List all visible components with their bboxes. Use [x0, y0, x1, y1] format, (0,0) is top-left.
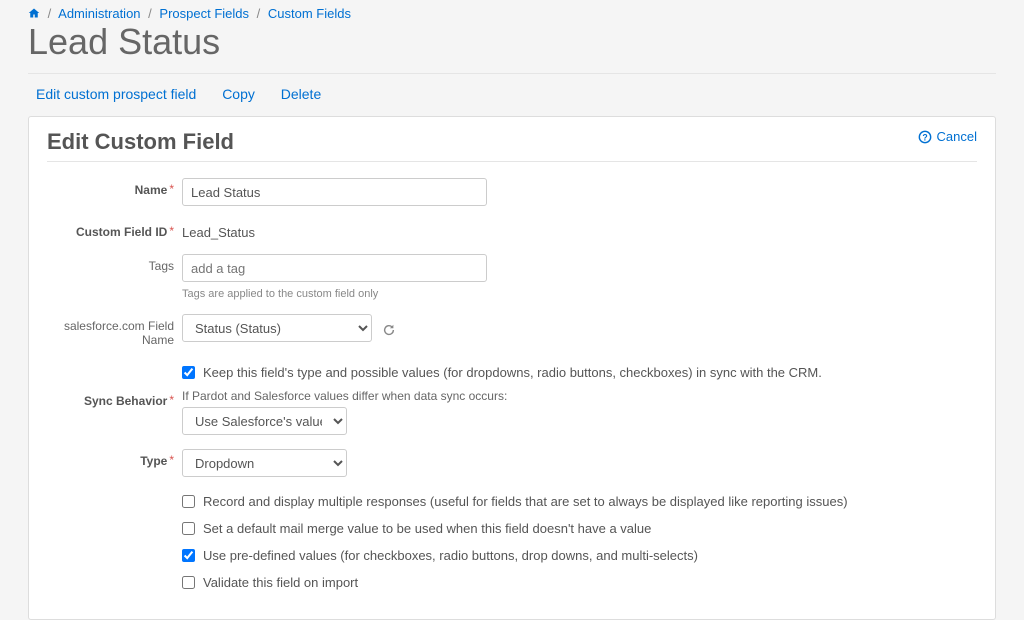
keep-sync-label: Keep this field's type and possible valu…	[203, 365, 822, 380]
sf-field-select[interactable]: Status (Status)	[182, 314, 372, 342]
tags-help-text: Tags are applied to the custom field onl…	[182, 288, 977, 300]
keep-sync-option[interactable]: Keep this field's type and possible valu…	[182, 362, 977, 383]
validate-import-option[interactable]: Validate this field on import	[182, 572, 977, 593]
cancel-label: Cancel	[937, 129, 977, 144]
default-merge-checkbox[interactable]	[182, 522, 195, 535]
breadcrumb: / Administration / Prospect Fields / Cus…	[28, 0, 996, 21]
sync-behavior-label: Sync Behavior*	[47, 389, 182, 408]
predefined-values-checkbox[interactable]	[182, 549, 195, 562]
help-icon: ?	[918, 130, 932, 144]
record-multiple-label: Record and display multiple responses (u…	[203, 494, 848, 509]
delete-link[interactable]: Delete	[281, 86, 321, 102]
type-select[interactable]: Dropdown	[182, 449, 347, 477]
sync-behavior-select[interactable]: Use Salesforce's value	[182, 407, 347, 435]
separator: /	[148, 6, 152, 21]
name-input[interactable]	[182, 178, 487, 206]
copy-link[interactable]: Copy	[222, 86, 255, 102]
predefined-values-option[interactable]: Use pre-defined values (for checkboxes, …	[182, 545, 977, 566]
tags-input[interactable]	[182, 254, 487, 282]
breadcrumb-prospect-fields[interactable]: Prospect Fields	[159, 6, 249, 21]
custom-field-id-value: Lead_Status	[182, 220, 977, 240]
name-label: Name*	[47, 178, 182, 197]
sf-field-label: salesforce.com Field Name	[47, 314, 182, 348]
action-links: Edit custom prospect field Copy Delete	[28, 74, 996, 116]
tags-label: Tags	[47, 254, 182, 273]
separator: /	[48, 6, 52, 21]
default-merge-option[interactable]: Set a default mail merge value to be use…	[182, 518, 977, 539]
svg-text:?: ?	[922, 132, 927, 142]
record-multiple-option[interactable]: Record and display multiple responses (u…	[182, 491, 977, 512]
page-title: Lead Status	[28, 21, 996, 74]
validate-import-label: Validate this field on import	[203, 575, 358, 590]
edit-prospect-field-link[interactable]: Edit custom prospect field	[36, 86, 196, 102]
separator: /	[257, 6, 261, 21]
cancel-link[interactable]: ? Cancel	[918, 129, 977, 144]
home-icon[interactable]	[28, 6, 44, 21]
breadcrumb-administration[interactable]: Administration	[58, 6, 140, 21]
validate-import-checkbox[interactable]	[182, 576, 195, 589]
predefined-values-label: Use pre-defined values (for checkboxes, …	[203, 548, 698, 563]
default-merge-label: Set a default mail merge value to be use…	[203, 521, 651, 536]
custom-field-id-label: Custom Field ID*	[47, 220, 182, 239]
refresh-icon[interactable]	[382, 322, 397, 337]
type-label: Type*	[47, 449, 182, 468]
panel-title: Edit Custom Field	[47, 129, 234, 155]
keep-sync-checkbox[interactable]	[182, 366, 195, 379]
sync-behavior-note: If Pardot and Salesforce values differ w…	[182, 389, 977, 403]
record-multiple-checkbox[interactable]	[182, 495, 195, 508]
edit-panel: Edit Custom Field ? Cancel Name* Custom …	[28, 116, 996, 620]
breadcrumb-custom-fields[interactable]: Custom Fields	[268, 6, 351, 21]
